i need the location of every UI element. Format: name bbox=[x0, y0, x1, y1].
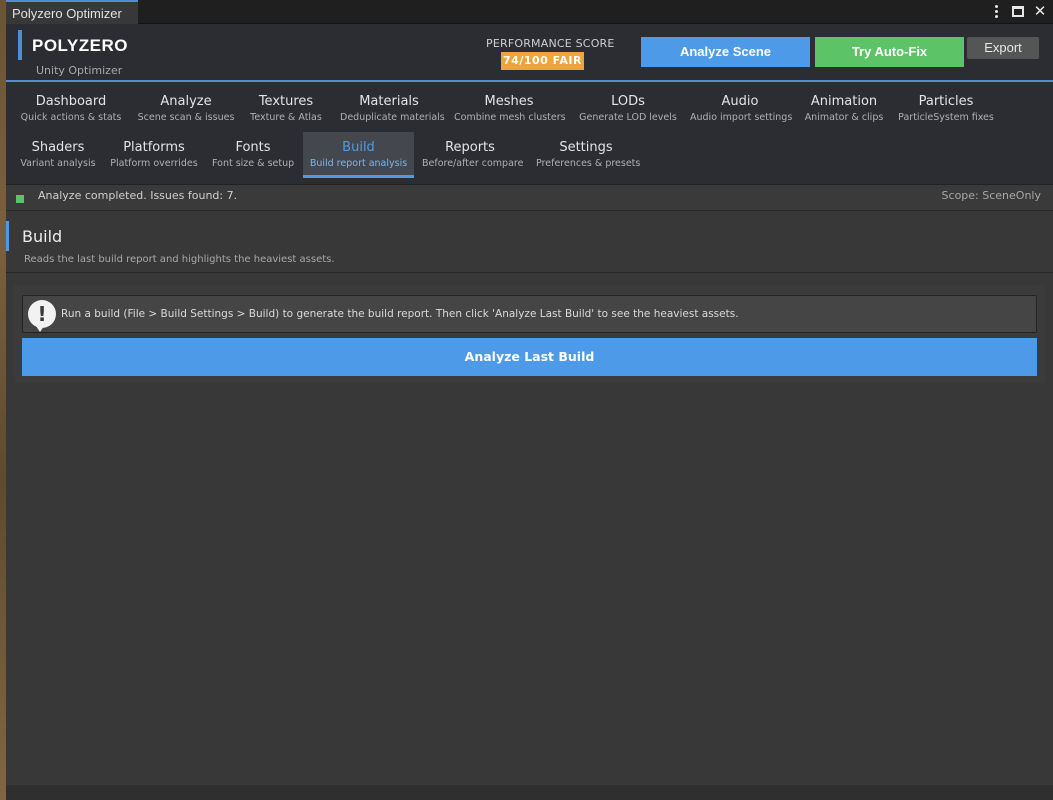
tab-title: Dashboard bbox=[35, 94, 107, 109]
tab-subtitle: Variant analysis bbox=[20, 158, 96, 169]
tab-build[interactable]: Build Build report analysis bbox=[303, 132, 414, 178]
tab-fonts[interactable]: Fonts Font size & setup bbox=[212, 132, 294, 178]
performance-score-badge: 74/100 FAIR bbox=[501, 52, 584, 70]
app-header: POLYZERO Unity Optimizer PERFORMANCE SCO… bbox=[6, 24, 1053, 82]
tab-title: Animation bbox=[810, 94, 878, 109]
analyze-scene-button[interactable]: Analyze Scene bbox=[641, 37, 810, 67]
tab-subtitle: Before/after compare bbox=[422, 158, 524, 169]
main-nav: Dashboard Quick actions & stats Analyze … bbox=[6, 82, 1053, 184]
more-options-icon[interactable] bbox=[989, 2, 1003, 20]
page-description: Reads the last build report and highligh… bbox=[24, 254, 335, 265]
tab-title: Analyze bbox=[160, 94, 212, 109]
tab-subtitle: Combine mesh clusters bbox=[454, 112, 566, 123]
tab-reports[interactable]: Reports Before/after compare bbox=[422, 132, 524, 178]
tab-lods[interactable]: LODs Generate LOD levels bbox=[578, 86, 678, 132]
tab-subtitle: Animator & clips bbox=[804, 112, 884, 123]
close-icon[interactable]: ✕ bbox=[1033, 2, 1047, 20]
help-text: Run a build (File > Build Settings > Bui… bbox=[61, 308, 739, 320]
tab-audio[interactable]: Audio Audio import settings bbox=[690, 86, 793, 132]
window-tab-bar: Polyzero Optimizer ✕ bbox=[6, 0, 1053, 24]
tab-title: Particles bbox=[918, 94, 974, 109]
tab-title: Textures bbox=[258, 94, 314, 109]
brand-accent-bar bbox=[18, 30, 22, 60]
tab-subtitle: Build report analysis bbox=[309, 158, 408, 169]
tab-title: Materials bbox=[359, 94, 419, 109]
tab-meshes[interactable]: Meshes Combine mesh clusters bbox=[454, 86, 566, 132]
export-button[interactable]: Export bbox=[967, 37, 1039, 59]
tab-title: Settings bbox=[559, 140, 613, 155]
tab-particles[interactable]: Particles ParticleSystem fixes bbox=[896, 86, 996, 132]
tab-subtitle: Scene scan & issues bbox=[137, 112, 235, 123]
content-area: ! Run a build (File > Build Settings > B… bbox=[6, 273, 1053, 785]
help-box: ! Run a build (File > Build Settings > B… bbox=[22, 295, 1037, 333]
tab-title: Fonts bbox=[235, 140, 271, 155]
tab-materials[interactable]: Materials Deduplicate materials bbox=[340, 86, 445, 132]
tab-animation[interactable]: Animation Animator & clips bbox=[804, 86, 884, 132]
tab-title: Audio bbox=[721, 94, 759, 109]
brand-title: POLYZERO bbox=[32, 36, 128, 55]
analyze-last-build-button[interactable]: Analyze Last Build bbox=[22, 338, 1037, 376]
editor-window: Polyzero Optimizer ✕ POLYZERO Unity Opti… bbox=[6, 0, 1053, 800]
maximize-icon[interactable] bbox=[1011, 2, 1025, 20]
tab-subtitle: Quick actions & stats bbox=[20, 112, 122, 123]
section-header: Build Reads the last build report and hi… bbox=[6, 211, 1053, 273]
tab-subtitle: Generate LOD levels bbox=[579, 112, 677, 123]
build-panel: ! Run a build (File > Build Settings > B… bbox=[14, 285, 1045, 383]
tab-analyze[interactable]: Analyze Scene scan & issues bbox=[136, 86, 236, 132]
tab-title: Meshes bbox=[484, 94, 534, 109]
tab-title: Shaders bbox=[31, 140, 85, 155]
performance-score-label: PERFORMANCE SCORE bbox=[486, 37, 615, 50]
tab-subtitle: Preferences & presets bbox=[536, 158, 641, 169]
tab-subtitle: Font size & setup bbox=[212, 158, 295, 169]
tab-dashboard[interactable]: Dashboard Quick actions & stats bbox=[20, 86, 122, 132]
try-auto-fix-button[interactable]: Try Auto-Fix bbox=[815, 37, 964, 67]
tab-platforms[interactable]: Platforms Platform overrides bbox=[110, 132, 198, 178]
section-accent-bar bbox=[6, 221, 9, 251]
tab-title: Platforms bbox=[123, 140, 185, 155]
tab-subtitle: ParticleSystem fixes bbox=[898, 112, 994, 123]
info-exclamation-icon: ! bbox=[28, 300, 56, 332]
tab-subtitle: Audio import settings bbox=[690, 112, 793, 123]
tab-title: Build bbox=[342, 140, 375, 155]
page-title: Build bbox=[22, 227, 63, 246]
tab-shaders[interactable]: Shaders Variant analysis bbox=[20, 132, 96, 178]
tab-subtitle: Texture & Atlas bbox=[250, 112, 322, 123]
status-bar: Analyze completed. Issues found: 7. Scop… bbox=[6, 184, 1053, 211]
window-controls: ✕ bbox=[989, 2, 1047, 20]
tab-textures[interactable]: Textures Texture & Atlas bbox=[246, 86, 326, 132]
window-tab[interactable]: Polyzero Optimizer bbox=[6, 0, 138, 24]
tab-title: LODs bbox=[611, 94, 645, 109]
tab-title: Reports bbox=[445, 140, 495, 155]
scope-label: Scope: SceneOnly bbox=[941, 189, 1041, 202]
brand-subtitle: Unity Optimizer bbox=[36, 64, 123, 77]
status-message: Analyze completed. Issues found: 7. bbox=[38, 189, 238, 202]
tab-subtitle: Platform overrides bbox=[110, 158, 198, 169]
tab-settings[interactable]: Settings Preferences & presets bbox=[536, 132, 641, 178]
status-indicator bbox=[16, 195, 24, 203]
tab-subtitle: Deduplicate materials bbox=[340, 112, 445, 123]
